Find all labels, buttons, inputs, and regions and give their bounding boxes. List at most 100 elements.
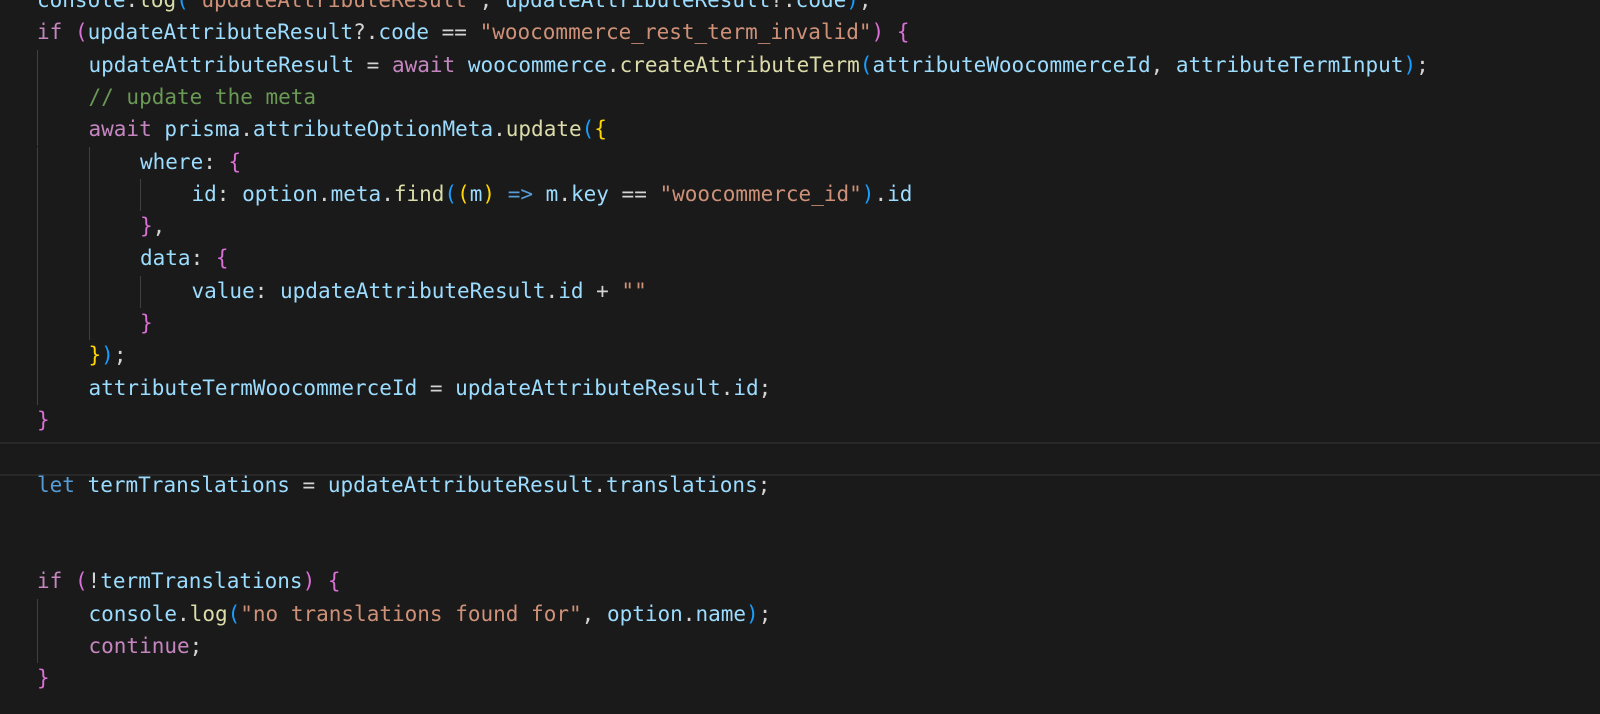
code-token: option xyxy=(606,601,683,626)
code-token: . xyxy=(125,0,139,12)
code-token: : xyxy=(190,246,216,271)
code-token: . xyxy=(874,181,888,206)
code-token: "updateAttributeResult" xyxy=(188,0,480,12)
indent-guide xyxy=(37,211,38,244)
code-token: ) xyxy=(101,343,114,368)
code-token: ; xyxy=(758,601,772,626)
code-line[interactable]: } xyxy=(37,662,50,695)
code-token: = xyxy=(354,52,392,77)
indent-guide xyxy=(37,243,38,276)
code-token: attributeOptionMeta xyxy=(252,117,494,142)
code-line[interactable]: console.log("no translations found for",… xyxy=(89,598,772,631)
code-line[interactable]: await prisma.attributeOptionMeta.update(… xyxy=(89,113,607,146)
code-token: data xyxy=(140,246,191,271)
code-token: log xyxy=(189,601,228,626)
code-token: update xyxy=(505,117,582,142)
code-line[interactable]: }); xyxy=(89,339,127,372)
code-token: ) xyxy=(846,0,859,12)
code-token: = xyxy=(289,472,328,497)
code-token: code xyxy=(378,20,429,45)
code-line[interactable]: where: { xyxy=(140,146,241,179)
code-token: ) xyxy=(302,569,316,594)
code-token: ( xyxy=(457,181,470,206)
code-token: updateAttributeResult xyxy=(87,20,354,45)
code-token: option xyxy=(242,181,318,206)
code-token: if xyxy=(37,569,63,594)
code-line[interactable]: id: option.meta.find((m) => m.key == "wo… xyxy=(192,178,913,211)
indent-guide xyxy=(37,114,38,147)
code-line[interactable]: let termTranslations = updateAttributeRe… xyxy=(37,469,770,502)
code-token: createAttributeTerm xyxy=(619,52,860,77)
code-token: ( xyxy=(74,569,88,594)
indent-guide xyxy=(140,178,141,212)
code-token: . xyxy=(240,117,253,142)
code-line[interactable]: } xyxy=(37,404,50,437)
code-line[interactable]: attributeTermWoocommerceId = updateAttri… xyxy=(89,372,772,405)
code-token: ; xyxy=(189,634,203,658)
code-line[interactable]: }, xyxy=(140,210,165,243)
code-token: // update the meta xyxy=(88,84,317,109)
code-token: } xyxy=(37,666,50,691)
code-token: , xyxy=(581,601,607,626)
code-token: ) xyxy=(861,181,875,206)
code-line[interactable]: updateAttributeResult = await woocommerc… xyxy=(89,49,1429,82)
indent-guide xyxy=(37,631,38,664)
code-token: , xyxy=(479,0,505,12)
code-line[interactable]: } xyxy=(140,307,153,340)
code-token: == xyxy=(429,20,480,45)
code-token: { xyxy=(594,117,607,142)
code-line[interactable]: value: updateAttributeResult.id + "" xyxy=(192,275,647,308)
code-line[interactable]: continue; xyxy=(89,630,203,663)
code-token: ( xyxy=(227,601,241,626)
code-token: console xyxy=(37,0,126,12)
indent-guide xyxy=(37,146,38,179)
code-line[interactable]: console.log("updateAttributeResult", upd… xyxy=(37,0,872,17)
code-token: id xyxy=(191,181,217,206)
code-token: } xyxy=(37,407,50,432)
code-token: , xyxy=(1150,52,1176,77)
code-token: . xyxy=(558,181,571,206)
code-token: updateAttributeResult xyxy=(504,0,771,12)
code-token: updateAttributeResult xyxy=(88,52,355,77)
code-token: == xyxy=(608,181,660,206)
indent-guide xyxy=(37,308,38,341)
code-line[interactable]: if (!termTranslations) { xyxy=(37,565,341,598)
code-token: ; xyxy=(858,0,872,12)
code-line[interactable]: data: { xyxy=(140,242,229,275)
code-token: id xyxy=(733,375,759,400)
indent-guide xyxy=(88,275,90,308)
code-token: . xyxy=(317,181,331,206)
code-token: ; xyxy=(113,343,127,368)
code-token: ( xyxy=(581,117,595,142)
indent-guide xyxy=(37,372,38,405)
code-token: . xyxy=(493,117,506,142)
indent-guide xyxy=(37,275,38,308)
code-line[interactable]: // update the meta xyxy=(89,81,317,114)
code-token: meta xyxy=(330,181,382,206)
code-token: ( xyxy=(444,181,458,206)
code-token: : xyxy=(203,149,229,174)
code-line[interactable]: if (updateAttributeResult?.code == "wooc… xyxy=(37,16,909,49)
code-token: attributeTermWoocommerceId xyxy=(88,375,418,400)
code-token: . xyxy=(381,181,394,206)
code-token: ( xyxy=(176,0,189,12)
code-token: ) xyxy=(482,181,496,206)
code-token: . xyxy=(606,52,620,77)
code-token: ?. xyxy=(353,20,379,45)
code-token: updateAttributeResult xyxy=(455,375,721,400)
code-token: ( xyxy=(74,20,88,45)
code-token: if xyxy=(37,20,63,45)
code-editor[interactable]: console.log("updateAttributeResult", upd… xyxy=(0,0,1600,714)
code-token: ; xyxy=(758,375,772,400)
code-token: find xyxy=(393,181,445,206)
code-token: } xyxy=(140,311,153,335)
code-token: key xyxy=(570,181,609,206)
code-token: { xyxy=(327,569,341,594)
code-token: => xyxy=(507,181,533,206)
